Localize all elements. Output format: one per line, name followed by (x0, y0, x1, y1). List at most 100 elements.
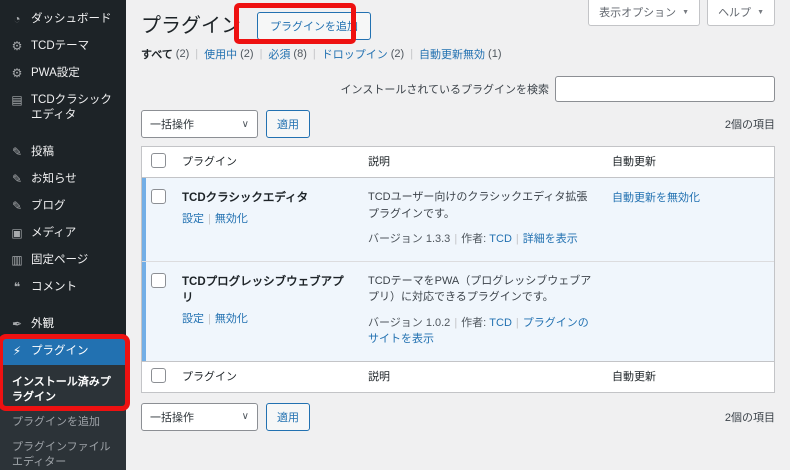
sidebar-item-label: 固定ページ (31, 254, 89, 266)
sidebar-item-label: 外観 (31, 318, 54, 330)
bulk-action-select[interactable]: 一括操作 ∨ (141, 110, 258, 138)
pin-icon: ✎ (11, 145, 23, 159)
sidebar-item-blog[interactable]: ✎ ブログ (0, 193, 126, 220)
tablenav-top: 一括操作 ∨ 適用 2個の項目 (141, 110, 775, 138)
separator: | (208, 213, 211, 225)
table-row-tcd-classic-editor: TCDクラシックエディタ 設定 | 無効化 TCDユーザー向けのクラシックエディタ拡… (142, 178, 774, 261)
sidebar-item-label: PWA設定 (31, 67, 80, 79)
sidebar-item-label: TCDテーマ (31, 40, 90, 52)
separator: | (454, 233, 458, 245)
row-checkbox[interactable] (151, 189, 166, 204)
select-all-checkbox[interactable] (151, 153, 166, 168)
separator: | (259, 48, 263, 60)
column-footer-description: 説明 (368, 370, 390, 383)
sidebar-item-tcd-classic-editor[interactable]: ▤ TCDクラシックエディタ (0, 87, 126, 129)
page-title: プラグイン (141, 15, 241, 37)
filter-mustuse: 必須 (8) (268, 48, 307, 61)
chevron-down-icon: ▼ (757, 8, 764, 16)
sidebar-item-label: お知らせ (31, 173, 77, 185)
plugin-description: TCDテーマをPWA（プログレッシブウェブアプリ）に対応できるプラグインです。 (368, 274, 592, 304)
sidebar-item-label: ブログ (31, 200, 66, 212)
disable-auto-update-link[interactable]: 自動更新を無効化 (612, 192, 700, 204)
table-footer-row: プラグイン 説明 自動更新 (142, 360, 774, 392)
row-checkbox[interactable] (151, 272, 166, 288)
row-actions: 設定 | 無効化 (182, 310, 352, 326)
sidebar-subitem-add-plugin[interactable]: プラグインを追加 (0, 410, 126, 435)
plugin-description: TCDユーザー向けのクラシックエディタ拡張プラグインです。 (368, 191, 588, 220)
separator: | (454, 316, 458, 329)
author-link[interactable]: TCD (489, 317, 512, 329)
plugin-name: TCDプログレッシブウェブアプリ (182, 275, 344, 304)
search-plugins-input[interactable] (555, 76, 775, 102)
sidebar-item-news[interactable]: ✎ お知らせ (0, 166, 126, 193)
sidebar-item-pages[interactable]: ▥ 固定ページ (0, 247, 126, 274)
sidebar-item-plugins[interactable]: ⚡ プラグイン (0, 338, 126, 365)
apply-button[interactable]: 適用 (266, 110, 310, 138)
row-actions: 設定 | 無効化 (182, 210, 352, 226)
plugins-table: プラグイン 説明 自動更新 TCDクラシックエディタ 設定 | 無効化 TCDユーザ… (141, 146, 775, 393)
filter-all: すべて (2) (141, 48, 190, 61)
column-footer-auto-update: 自動更新 (612, 370, 656, 383)
bulk-action-select-bottom[interactable]: 一括操作 ∨ (141, 402, 258, 431)
separator: | (195, 48, 199, 60)
plugin-status-filters: すべて (2) | 使用中 (2) | 必須 (8) | ドロップイン (2) … (141, 46, 775, 62)
sidebar-item-media[interactable]: ▣ メディア (0, 220, 126, 247)
deactivate-link[interactable]: 無効化 (215, 313, 248, 325)
chevron-down-icon: ▼ (682, 8, 690, 16)
appearance-icon: ✒ (11, 317, 23, 331)
admin-sidebar: ◔ ダッシュボード ⚙ TCDテーマ ⚙ PWA設定 ▤ TCDクラシックエディ… (0, 0, 126, 470)
table-row-tcd-pwa: TCDプログレッシブウェブアプリ 設定 | 無効化 TCDテーマをPWA（プログレッ… (142, 260, 774, 361)
sidebar-item-label: ダッシュボード (31, 13, 112, 25)
sidebar-item-label: プラグイン (31, 345, 89, 357)
separator: | (515, 233, 519, 245)
pin-icon: ✎ (11, 199, 23, 213)
item-count: 2個の項目 (724, 119, 775, 131)
sidebar-item-comments[interactable]: ❝ コメント (0, 274, 126, 301)
column-header-description: 説明 (368, 156, 390, 168)
dashboard-icon: ◔ (13, 12, 21, 26)
filter-auto-update-disabled: 自動更新無効 (1) (419, 48, 502, 61)
author-link[interactable]: TCD (489, 233, 512, 245)
pin-icon: ✎ (11, 172, 23, 186)
editor-icon: ▤ (11, 93, 23, 107)
sidebar-item-label: メディア (31, 227, 77, 239)
deactivate-link[interactable]: 無効化 (215, 213, 248, 225)
screen-options-button[interactable]: 表示オプション ▼ (588, 0, 701, 26)
column-header-plugin: プラグイン (182, 156, 237, 168)
comment-icon: ❝ (13, 280, 21, 294)
sidebar-item-posts[interactable]: ✎ 投稿 (0, 139, 126, 166)
sidebar-item-tcd-theme[interactable]: ⚙ TCDテーマ (0, 33, 126, 60)
separator: | (208, 312, 211, 325)
sidebar-item-pwa-settings[interactable]: ⚙ PWA設定 (0, 60, 126, 87)
pages-icon: ▥ (11, 253, 23, 267)
plugins-submenu: インストール済みプラグイン プラグインを追加 プラグインファイルエディター (0, 365, 126, 470)
select-all-checkbox[interactable] (151, 367, 166, 383)
apply-button-bottom[interactable]: 適用 (266, 402, 310, 431)
sidebar-item-label: コメント (31, 281, 77, 293)
separator: | (312, 48, 316, 60)
sidebar-subitem-installed-plugins[interactable]: インストール済みプラグイン (0, 370, 126, 410)
view-details-link[interactable]: 詳細を表示 (523, 233, 578, 245)
sidebar-item-appearance[interactable]: ✒ 外観 (0, 311, 126, 338)
help-button[interactable]: ヘルプ ▼ (707, 0, 775, 26)
gear-icon: ⚙ (11, 39, 23, 53)
settings-link[interactable]: 設定 (182, 213, 204, 225)
screen-meta-links: 表示オプション ▼ ヘルプ ▼ (588, 0, 775, 26)
add-plugin-button[interactable]: プラグインを追加 (257, 12, 371, 40)
chevron-down-icon: ∨ (241, 118, 249, 130)
plugins-page: 表示オプション ▼ ヘルプ ▼ プラグイン プラグインを追加 すべて (2) |… (126, 0, 790, 470)
chevron-down-icon: ∨ (241, 411, 249, 422)
settings-link[interactable]: 設定 (182, 313, 204, 325)
plugin-meta: バージョン 1.3.3 | 作者: TCD | 詳細を表示 (368, 233, 578, 245)
column-footer-plugin: プラグイン (182, 370, 237, 383)
sidebar-subitem-plugin-file-editor[interactable]: プラグインファイルエディター (0, 435, 126, 470)
sidebar-item-dashboard[interactable]: ◔ ダッシュボード (0, 6, 126, 33)
plugin-name: TCDクラシックエディタ (182, 192, 309, 204)
search-plugins-form: インストールされているプラグインを検索 (141, 76, 775, 102)
separator: | (515, 316, 519, 329)
sidebar-item-label: TCDクラシックエディタ (31, 94, 112, 121)
media-icon: ▣ (11, 226, 23, 240)
filter-active: 使用中 (2) (204, 48, 254, 61)
sidebar-item-label: 投稿 (31, 146, 54, 158)
separator: | (410, 48, 414, 60)
